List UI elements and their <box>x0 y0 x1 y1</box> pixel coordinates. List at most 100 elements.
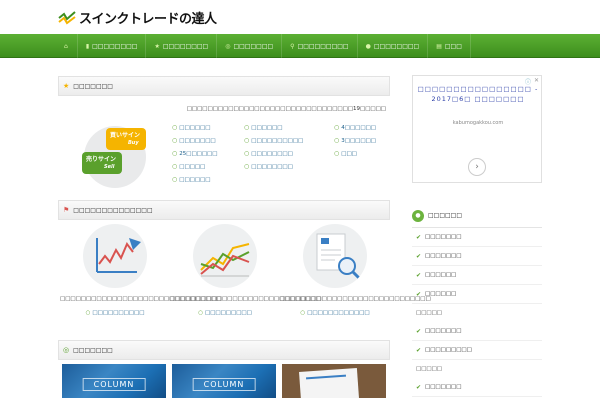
category-item[interactable]: ✔ □□□□□□□ <box>412 247 542 266</box>
chart-up-illustration <box>83 224 147 288</box>
column-thumb-label: COLUMN <box>192 378 256 391</box>
recommend-card-desc: □□□□□□□□□□□□□□□□□□□□□□□□□□□□□ <box>280 296 431 302</box>
bullet-icon: ○ <box>172 150 178 157</box>
bullet-icon: ○ <box>172 163 178 170</box>
features-heading-text: □□□□□□□ <box>73 82 113 90</box>
chat-icon: ◎ <box>63 346 70 354</box>
features-description: □□□□□□□□□□□□□□□□□□□□□□□□□□□□□□□□19□□□□□ <box>186 106 386 112</box>
nav-item-2[interactable]: ★ □□□□□□□□ <box>146 34 218 58</box>
category-heading: ● □□□□□□ <box>412 204 542 228</box>
site-header: スインクトレードの達人 <box>0 0 600 34</box>
nav-item-5[interactable]: ● □□□□□□□□ <box>358 34 429 58</box>
nav-label: □□□□□□□□ <box>373 42 420 50</box>
feature-link[interactable]: ○ □□□□□□□ <box>172 137 216 144</box>
ad-url: kabumogakkou.com <box>452 120 504 126</box>
search-icon: ⚲ <box>290 42 295 50</box>
recommend-card-3: □□□□□□□□□□□□□□□□□□□□□□□□□□□□□ ○ □□□□□□□□□… <box>280 224 431 316</box>
bullet-icon: ○ <box>244 150 250 157</box>
document-search-illustration <box>303 224 367 288</box>
bullet-icon: ○ <box>244 124 250 131</box>
bullet-icon: ○ <box>172 176 178 183</box>
check-icon: ✔ <box>416 252 422 260</box>
sidebar: ⓘ ✕ □□□□□□□□□□□□□□□□ - 2017□6□ □□□□□□□ k… <box>412 75 542 397</box>
nav-item-6[interactable]: ▤ □□□ <box>428 34 471 58</box>
category-item[interactable]: ✔ □□□□□□□ <box>412 378 542 397</box>
multi-line-chart-illustration <box>193 224 257 288</box>
main-content: ★ □□□□□□□ □□□□□□□□□□□□□□□□□□□□□□□□□□□□□□… <box>58 76 431 398</box>
recommend-heading: ⚑ □□□□□□□□□□□□□□ <box>58 200 390 220</box>
category-item[interactable]: ✔ □□□□□□ <box>412 285 542 304</box>
book-icon: ▤ <box>436 42 442 50</box>
ad-next-button[interactable]: › <box>468 158 486 176</box>
column-thumbnail-3[interactable] <box>282 364 386 398</box>
recommend-card-link[interactable]: ○ □□□□□□□□□ <box>170 310 280 316</box>
site-title: スインクトレードの達人 <box>79 12 217 27</box>
nav-item-1[interactable]: ▮ □□□□□□□□ <box>78 34 147 58</box>
sell-label: 売りサイン <box>86 156 117 163</box>
column-heading-text: □□□□□□□ <box>73 346 113 354</box>
site-logo[interactable]: スインクトレードの達人 <box>58 8 217 27</box>
bullet-icon: ○ <box>300 310 306 316</box>
category-subheading: □□□□□ <box>416 310 442 316</box>
category-subheading: □□□□□ <box>416 366 442 372</box>
nav-label: □□□□□□□□□ <box>297 42 349 50</box>
nav-label: □□□ <box>444 42 462 50</box>
nav-item-3[interactable]: ◎ □□□□□□□ <box>217 34 283 58</box>
sell-signal-bubble: 売りサイン Sell <box>82 152 122 174</box>
bullet-icon: ○ <box>334 137 340 144</box>
bullet-icon: ○ <box>244 137 250 144</box>
recommend-card-desc: □□□□□□□□□□□□□□□□□□□□□□□□□□□□□□□ <box>60 296 222 302</box>
signal-illustration: 買いサイン Buy 売りサイン Sell <box>78 122 170 188</box>
feature-link[interactable]: ○ □□□□□□□□ <box>244 150 293 157</box>
feature-link[interactable]: ○ 25□□□□□□ <box>172 150 217 157</box>
feature-link[interactable]: ○ 4□□□□□□ <box>334 124 376 131</box>
home-icon: ⌂ <box>64 42 68 50</box>
nav-label: □□□□□□□ <box>233 42 274 50</box>
feature-link[interactable]: ○ □□□□□□□□□□ <box>244 137 303 144</box>
recommend-card-desc: □□□□□□□□□□□□□□□□□□□□□□□□□□□□□ <box>170 296 321 302</box>
recommend-card-1: □□□□□□□□□□□□□□□□□□□□□□□□□□□□□□□ ○ □□□□□□□… <box>60 224 222 316</box>
nav-label: □□□□□□□□ <box>162 42 209 50</box>
category-item[interactable]: ✔ □□□□□□□ <box>412 228 542 247</box>
recommend-card-link[interactable]: ○ □□□□□□□□□□□□ <box>280 310 390 316</box>
category-item[interactable]: ✔ □□□□□□□□□ <box>412 341 542 360</box>
check-icon: ✔ <box>416 327 422 335</box>
feature-link[interactable]: ○ 3□□□□□□ <box>334 137 376 144</box>
column-thumbnail-1[interactable]: COLUMN <box>62 364 166 398</box>
features-section: ★ □□□□□□□ □□□□□□□□□□□□□□□□□□□□□□□□□□□□□□… <box>58 76 390 188</box>
feature-link[interactable]: ○ □□□□□□□□ <box>244 163 293 170</box>
bullet-icon: ○ <box>172 137 178 144</box>
recommend-card-link[interactable]: ○ □□□□□□□□□□ <box>60 310 170 316</box>
star-icon: ★ <box>63 82 70 90</box>
ad-banner[interactable]: ⓘ ✕ □□□□□□□□□□□□□□□□ - 2017□6□ □□□□□□□ k… <box>412 75 542 183</box>
buy-signal-bubble: 買いサイン Buy <box>106 128 146 150</box>
category-item[interactable]: ✔ □□□□□□ <box>412 266 542 285</box>
nav-item-4[interactable]: ⚲ □□□□□□□□□ <box>282 34 358 58</box>
feature-link[interactable]: ○ □□□□□□ <box>172 124 210 131</box>
bullet-icon: ○ <box>85 310 91 316</box>
column-thumbnail-2[interactable]: COLUMN <box>172 364 276 398</box>
bullet-icon: ○ <box>198 310 204 316</box>
category-item[interactable]: ✔ □□□□□□□ <box>412 322 542 341</box>
flag-icon: ⚑ <box>63 206 70 214</box>
column-section: ◎ □□□□□□□ COLUMN COLUMN <box>58 340 390 398</box>
feature-link[interactable]: ○ □□□ <box>334 150 357 157</box>
bar-chart-icon: ▮ <box>85 42 90 50</box>
bullet-icon: ○ <box>334 150 340 157</box>
buy-label: 買いサイン <box>110 132 141 139</box>
bullet-icon: ○ <box>334 124 340 131</box>
ad-title: □□□□□□□□□□□□□□□□ - 2017□6□ □□□□□□□ <box>417 85 539 103</box>
category-icon: ● <box>412 209 424 222</box>
nav-home[interactable]: ⌂ <box>58 34 78 58</box>
feature-link[interactable]: ○ □□□□□□ <box>244 124 282 131</box>
bullet-icon: ○ <box>244 163 250 170</box>
column-heading: ◎ □□□□□□□ <box>58 340 390 360</box>
feature-link[interactable]: ○ □□□□□ <box>172 163 205 170</box>
ad-close-icon[interactable]: ✕ <box>534 77 539 84</box>
sell-sub: Sell <box>104 164 115 170</box>
nav-label: □□□□□□□□ <box>92 42 138 50</box>
buy-sub: Buy <box>128 140 139 146</box>
check-icon: ✔ <box>416 271 422 279</box>
bullet-icon: ○ <box>172 124 178 131</box>
feature-link[interactable]: ○ □□□□□□ <box>172 176 210 183</box>
